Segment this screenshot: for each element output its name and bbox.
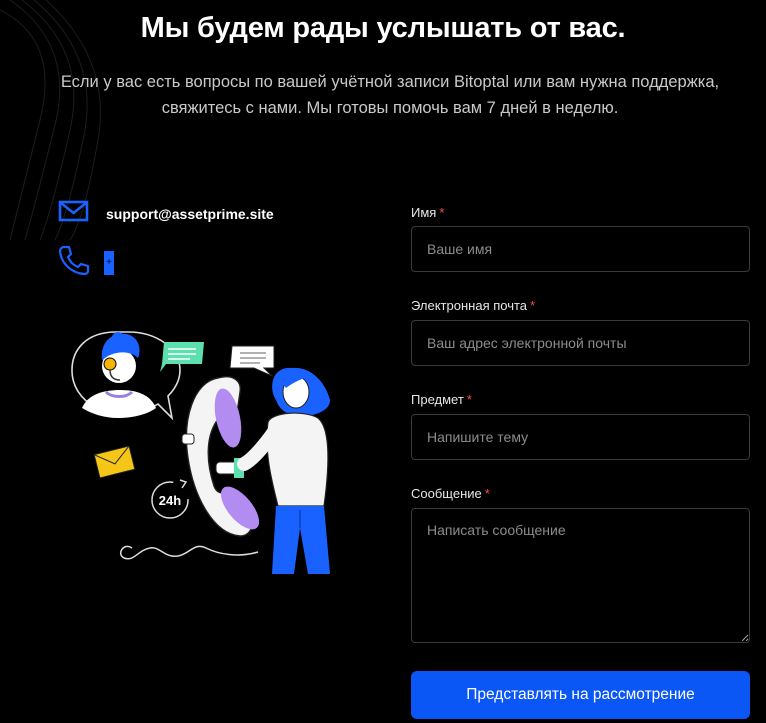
badge-24h: 24h: [159, 493, 181, 508]
support-email-link[interactable]: support@assetprime.site: [106, 206, 274, 222]
subject-field[interactable]: [411, 414, 750, 460]
support-illustration: 24h: [71, 331, 330, 574]
page-title: Мы будем рады услышать от вас.: [140, 12, 626, 44]
message-label: Сообщение *: [411, 486, 490, 501]
name-field[interactable]: [411, 226, 750, 272]
phone-icon: [58, 244, 90, 281]
page-subtitle: Если у вас есть вопросы по вашей учётной…: [60, 73, 720, 117]
contact-email-row: support@assetprime.site: [58, 199, 274, 228]
phone-number-link[interactable]: +: [104, 250, 114, 275]
email-label: Электронная почта *: [411, 298, 536, 313]
envelope-icon: [58, 199, 89, 228]
message-field[interactable]: [411, 508, 750, 643]
name-label: Имя *: [411, 205, 445, 220]
contact-phone-row: +: [58, 244, 114, 281]
submit-button[interactable]: Представлять на рассмотрение: [411, 671, 750, 719]
subject-label: Предмет *: [411, 392, 472, 407]
email-field[interactable]: [411, 320, 750, 366]
